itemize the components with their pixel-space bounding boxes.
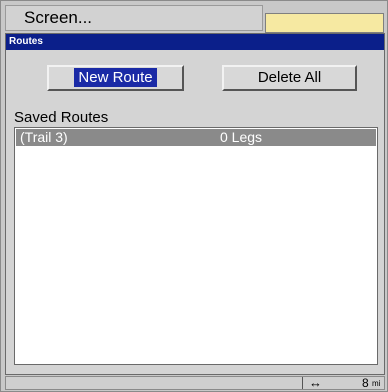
new-route-label: New Route bbox=[74, 68, 157, 87]
delete-all-label: Delete All bbox=[257, 69, 322, 86]
status-bar: ↔ 8 mi bbox=[5, 375, 385, 390]
route-name: (Trail 3) bbox=[20, 129, 68, 145]
saved-routes-heading: Saved Routes bbox=[14, 109, 109, 126]
horizontal-arrow-icon: ↔ bbox=[309, 375, 322, 390]
dialog-title: Routes bbox=[6, 34, 384, 50]
status-divider bbox=[302, 377, 303, 389]
route-legs: 0 Legs bbox=[220, 129, 263, 145]
route-row[interactable]: (Trail 3) 0 Legs bbox=[16, 129, 376, 146]
screen-menu[interactable]: Screen... bbox=[5, 5, 263, 31]
new-route-button[interactable]: New Route bbox=[47, 65, 184, 91]
device-screen: Screen... Routes New Route Delete All Sa… bbox=[0, 0, 388, 392]
scale-unit: mi bbox=[372, 379, 381, 388]
info-field bbox=[265, 13, 384, 33]
scale-value: 8 bbox=[362, 376, 369, 390]
saved-routes-list[interactable]: (Trail 3) 0 Legs bbox=[14, 127, 378, 365]
routes-dialog: Routes New Route Delete All Saved Routes… bbox=[5, 33, 385, 375]
delete-all-button[interactable]: Delete All bbox=[222, 65, 357, 91]
screen-menu-label: Screen... bbox=[24, 8, 93, 27]
